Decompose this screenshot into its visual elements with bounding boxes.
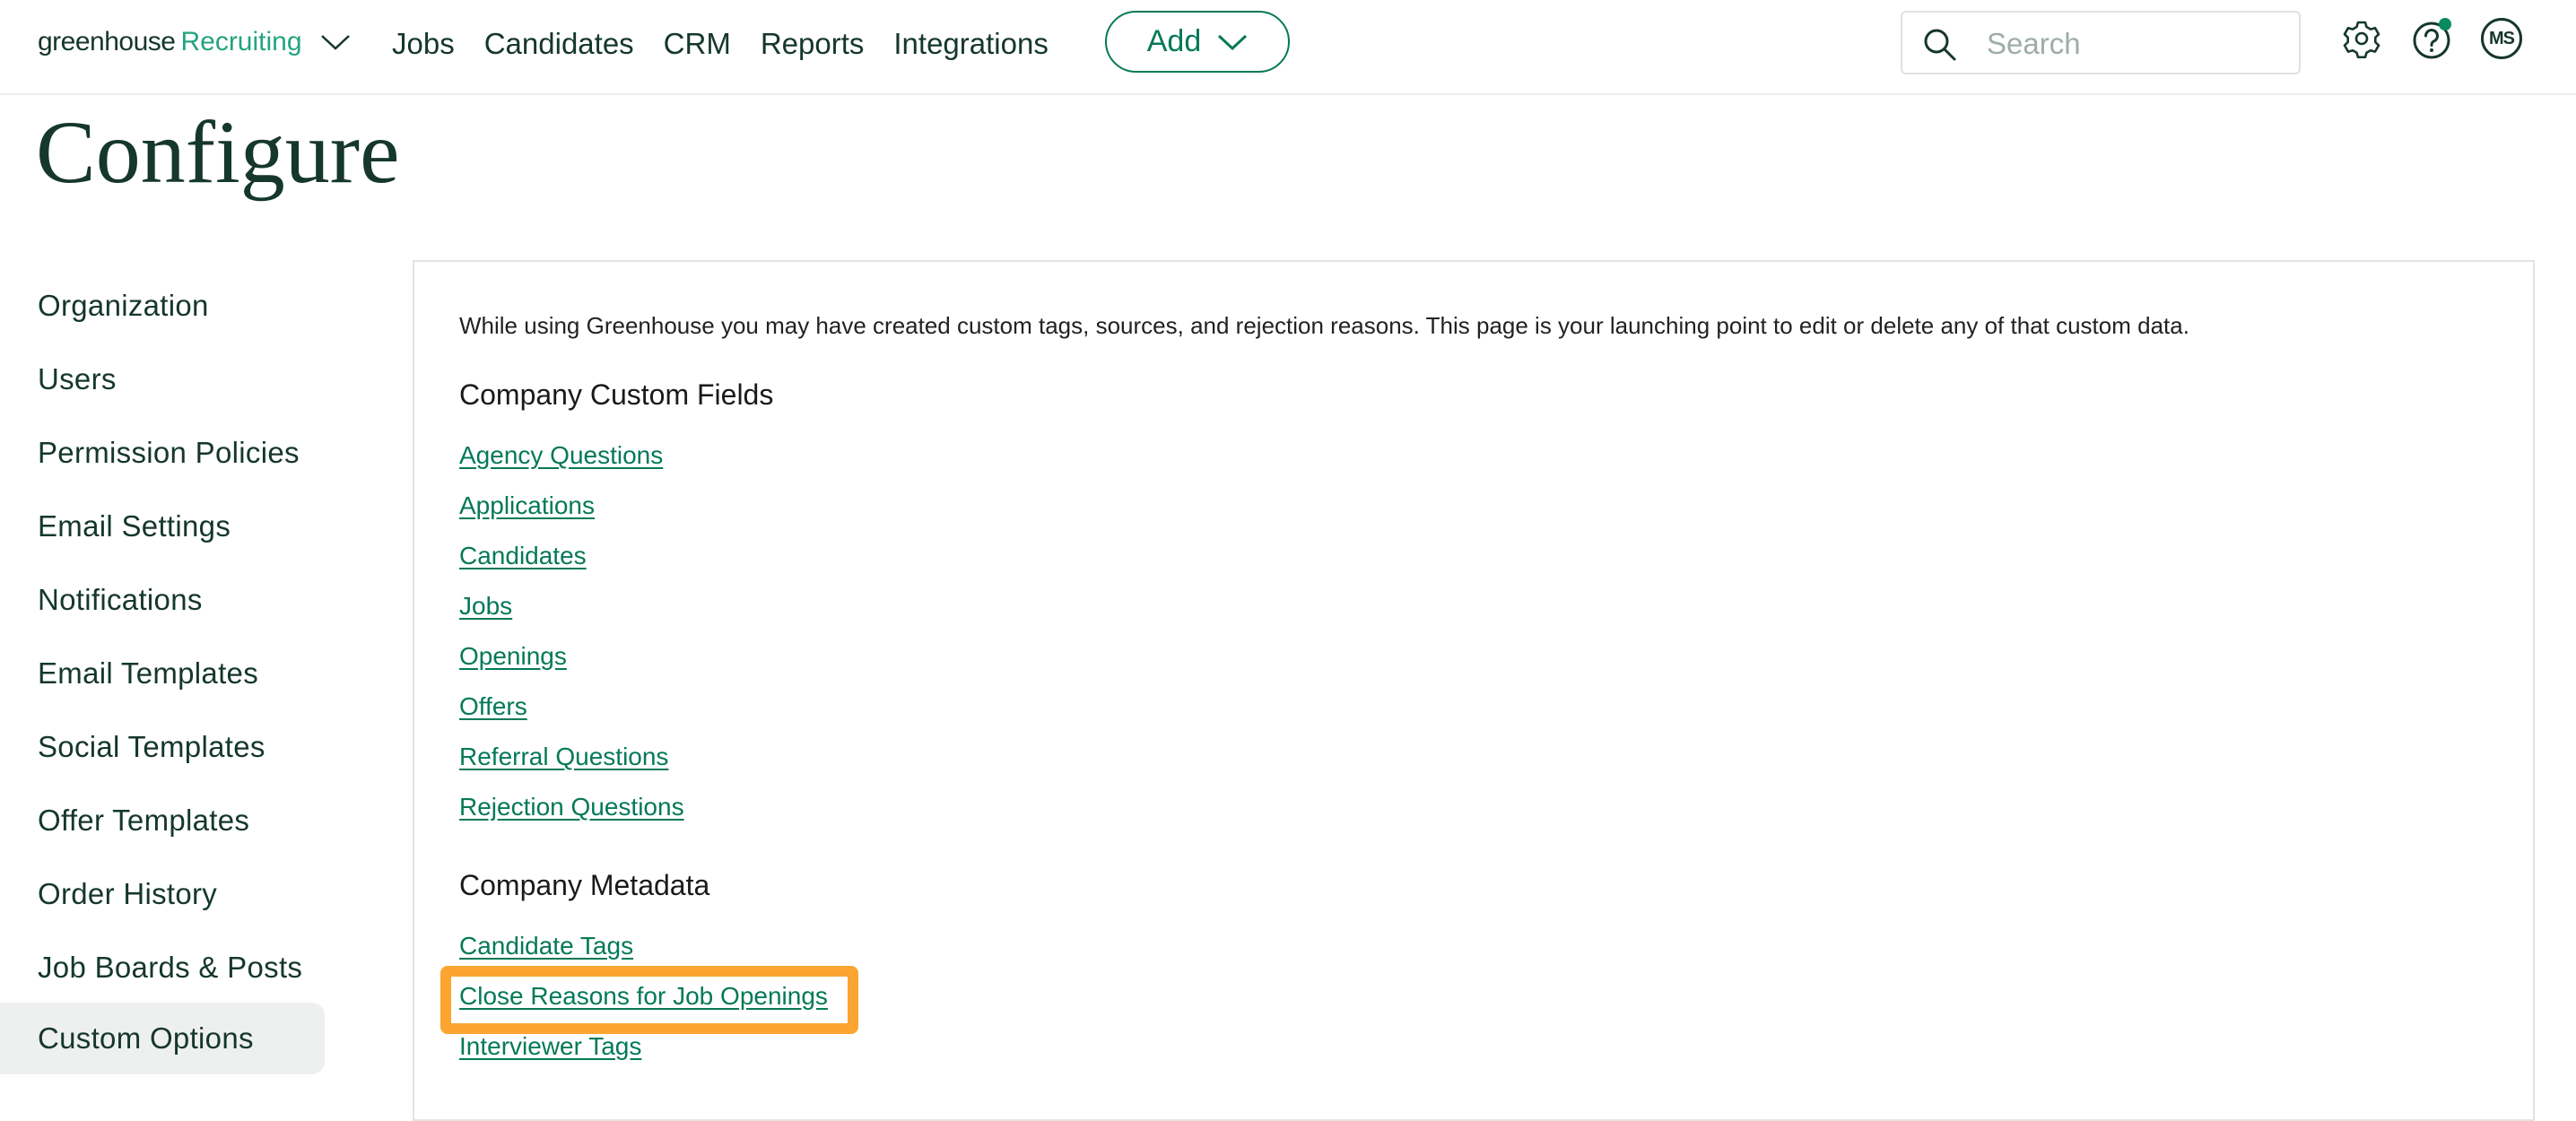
- help-icon: [2413, 18, 2451, 59]
- sidebar-item-email-settings[interactable]: Email Settings: [0, 490, 325, 563]
- link-candidate-tags[interactable]: Candidate Tags: [459, 932, 633, 960]
- sidebar-item-job-boards-posts[interactable]: Job Boards & Posts: [0, 931, 325, 1004]
- sidebar-item-organization[interactable]: Organization: [0, 269, 325, 343]
- link-applications[interactable]: Applications: [459, 491, 595, 520]
- sidebar-item-permission-policies[interactable]: Permission Policies: [0, 416, 325, 490]
- nav-jobs[interactable]: Jobs: [392, 27, 455, 61]
- search-icon: [1924, 29, 1956, 61]
- chevron-down-icon[interactable]: [320, 33, 351, 51]
- section-title-company-metadata: Company Metadata: [459, 869, 710, 901]
- sidebar-item-users[interactable]: Users: [0, 343, 325, 416]
- sidebar-item-social-templates[interactable]: Social Templates: [0, 710, 325, 784]
- add-button-label: Add: [1146, 24, 1202, 58]
- user-avatar[interactable]: MS: [2481, 18, 2522, 59]
- top-navigation-bar: greenhouse Recruiting Jobs Candidates CR…: [0, 0, 2576, 95]
- notification-dot: [2439, 18, 2451, 30]
- sidebar-item-custom-options[interactable]: Custom Options: [0, 1003, 325, 1074]
- link-rejection-questions[interactable]: Rejection Questions: [459, 793, 684, 821]
- nav-integrations[interactable]: Integrations: [893, 27, 1048, 61]
- chevron-down-icon: [1218, 34, 1248, 50]
- link-offers[interactable]: Offers: [459, 692, 527, 721]
- settings-button[interactable]: [2340, 17, 2383, 60]
- sidebar-item-offer-templates[interactable]: Offer Templates: [0, 784, 325, 857]
- link-referral-questions[interactable]: Referral Questions: [459, 743, 668, 771]
- link-close-reasons-for-job-openings[interactable]: Close Reasons for Job Openings: [459, 982, 828, 1011]
- sidebar-item-email-templates[interactable]: Email Templates: [0, 637, 325, 710]
- search-box[interactable]: [1901, 11, 2301, 74]
- section-title-company-custom-fields: Company Custom Fields: [459, 378, 774, 411]
- sidebar-item-order-history[interactable]: Order History: [0, 857, 325, 931]
- search-input[interactable]: [1985, 20, 2284, 68]
- add-button[interactable]: Add: [1105, 11, 1290, 73]
- help-button[interactable]: [2412, 17, 2455, 60]
- link-candidates[interactable]: Candidates: [459, 542, 587, 570]
- main-nav: Jobs Candidates CRM Reports Integrations: [392, 20, 1078, 68]
- nav-crm[interactable]: CRM: [664, 27, 731, 61]
- link-openings[interactable]: Openings: [459, 642, 567, 671]
- page-title: Configure: [36, 102, 400, 202]
- custom-options-panel: While using Greenhouse you may have crea…: [413, 260, 2535, 1121]
- link-jobs[interactable]: Jobs: [459, 592, 512, 621]
- nav-candidates[interactable]: Candidates: [484, 27, 634, 61]
- configure-sidebar: Organization Users Permission Policies E…: [0, 269, 325, 1074]
- link-interviewer-tags[interactable]: Interviewer Tags: [459, 1032, 641, 1061]
- app-switcher[interactable]: greenhouse Recruiting: [38, 20, 351, 65]
- gear-icon: [2343, 21, 2380, 58]
- nav-reports[interactable]: Reports: [761, 27, 865, 61]
- link-agency-questions[interactable]: Agency Questions: [459, 441, 663, 470]
- logo-brand: greenhouse: [38, 27, 176, 56]
- intro-text: While using Greenhouse you may have crea…: [459, 312, 2189, 339]
- sidebar-item-notifications[interactable]: Notifications: [0, 563, 325, 637]
- logo-product: Recruiting: [180, 27, 302, 56]
